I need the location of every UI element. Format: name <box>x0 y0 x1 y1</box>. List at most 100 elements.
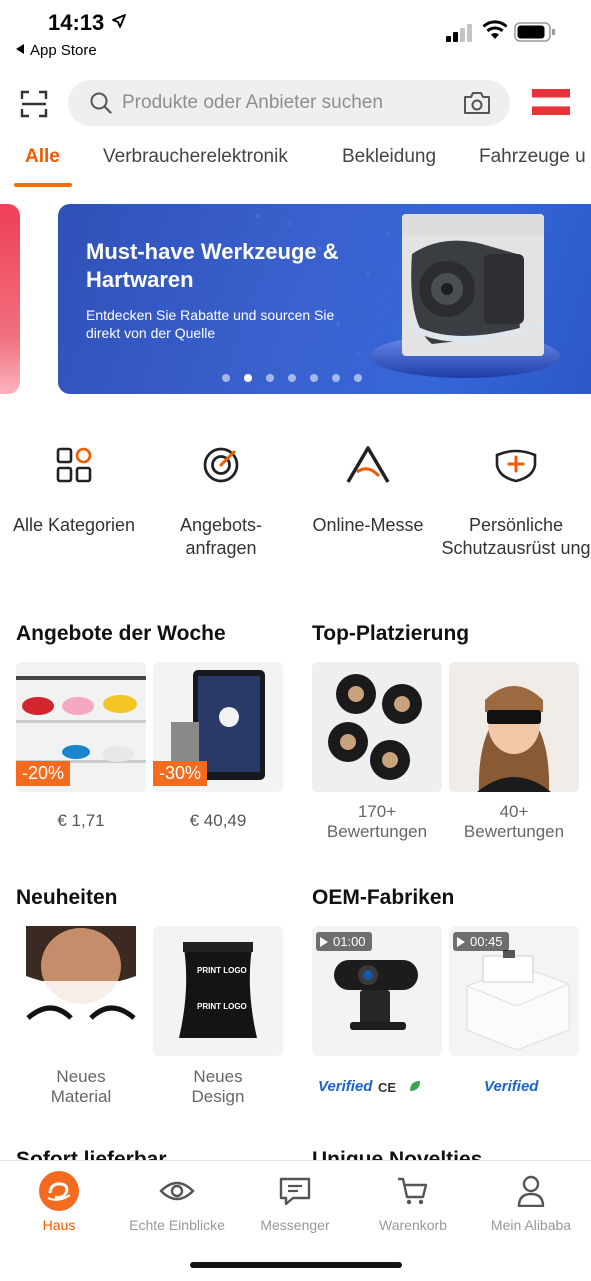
tab-verbraucherelektronik[interactable]: Verbraucherelektronik <box>103 146 288 168</box>
quicklink-label: Alle Kategorien <box>12 515 136 535</box>
location-arrow-icon <box>112 14 126 28</box>
play-icon <box>320 937 328 947</box>
new-card-waist-trainer[interactable]: PRINT LOGO PRINT LOGO <box>153 926 283 1056</box>
nav-label: Mein Alibaba <box>490 1217 572 1233</box>
eye-icon <box>159 1181 195 1201</box>
banner-pagination <box>222 369 376 387</box>
deal-price: € 1,71 <box>57 811 105 830</box>
shield-plus-icon <box>495 449 537 483</box>
video-duration: 01:00 <box>333 934 366 949</box>
review-count: 170+ Bewertungen <box>326 802 428 841</box>
search-icon <box>90 92 112 114</box>
camera-icon[interactable] <box>464 91 490 115</box>
waist-trainer-image <box>153 926 283 1056</box>
peristaltic-pump-image <box>402 214 544 356</box>
section-title-new[interactable]: Neuheiten <box>16 886 118 910</box>
nav-label: Echte Einblicke <box>129 1217 225 1233</box>
category-tabs: Alle Verbraucherelektronik Bekleidung Fa… <box>0 140 591 190</box>
cellular-signal-icon <box>446 24 472 42</box>
pagination-dot[interactable] <box>354 374 362 382</box>
wifi-icon <box>482 20 508 39</box>
nav-messenger[interactable]: Messenger <box>236 1173 354 1233</box>
search-bar[interactable]: Produkte oder Anbieter suchen <box>68 80 510 126</box>
chat-icon <box>279 1177 311 1206</box>
review-count: 40+ Bewertungen <box>463 802 565 841</box>
battery-icon <box>514 22 555 42</box>
top-card-sunglasses[interactable] <box>449 662 579 792</box>
pagination-dot[interactable] <box>310 374 318 382</box>
back-app-label: App Store <box>30 42 97 59</box>
nav-label: Messenger <box>260 1217 330 1233</box>
banner-title: Must-have Werkzeuge & Hartwaren <box>86 239 339 292</box>
pagination-dot[interactable] <box>222 374 230 382</box>
new-caption: Neues Material <box>50 1067 112 1106</box>
quicklink-label: Persönliche Schutzausrüst ung <box>441 515 591 558</box>
video-duration-badge: 00:45 <box>453 932 509 951</box>
country-flag-icon[interactable] <box>532 89 570 115</box>
nav-home[interactable]: Haus <box>0 1171 118 1233</box>
quicklink-ppe[interactable]: Persönliche Schutzausrüst ung <box>441 440 591 560</box>
tab-bekleidung[interactable]: Bekleidung <box>342 146 436 168</box>
oem-card-webcam[interactable]: 01:00 <box>312 926 442 1056</box>
section-title-peek[interactable]: Unique Novelties <box>312 1148 482 1160</box>
leaf-cert-icon <box>410 1081 420 1091</box>
discount-badge: -30% <box>153 761 208 786</box>
cart-icon <box>398 1177 428 1205</box>
section-title-top[interactable]: Top-Platzierung <box>312 622 469 646</box>
quicklink-label: Online-Messe <box>312 515 424 535</box>
previous-banner-peek[interactable] <box>0 204 20 394</box>
discount-badge: -20% <box>16 761 71 786</box>
status-time: 14:13 <box>48 10 105 35</box>
quicklink-all-categories[interactable]: Alle Kategorien <box>0 440 148 537</box>
banner-subtitle: Entdecken Sie Rabatte und sourcen Sie di… <box>86 307 335 341</box>
new-caption: Neues Design <box>191 1067 245 1106</box>
lashes-product-image <box>312 662 442 792</box>
target-icon <box>203 447 239 483</box>
home-indicator <box>190 1262 402 1268</box>
a-logo-icon <box>346 446 390 483</box>
video-duration: 00:45 <box>470 934 503 949</box>
pagination-dot[interactable] <box>332 374 340 382</box>
status-bar: 14:13 App Store <box>0 0 591 70</box>
nav-label: Warenkorb <box>379 1217 447 1233</box>
pagination-dot[interactable] <box>288 374 296 382</box>
deal-card-car-radio[interactable]: -30% <box>153 662 283 792</box>
deal-card-caps[interactable]: -20% <box>16 662 146 792</box>
search-placeholder: Produkte oder Anbieter suchen <box>122 92 383 113</box>
print-logo-text: PRINT LOGO <box>197 1002 247 1011</box>
alibaba-logo-icon <box>39 1171 79 1211</box>
user-icon <box>517 1175 545 1207</box>
pagination-dot[interactable] <box>266 374 274 382</box>
section-title-peek[interactable]: Sofort lieferbar <box>16 1148 167 1160</box>
back-to-app-store[interactable]: App Store <box>16 42 97 59</box>
tab-alle[interactable]: Alle <box>25 146 60 168</box>
section-title-deals[interactable]: Angebote der Woche <box>16 622 226 646</box>
nav-cart[interactable]: Warenkorb <box>354 1173 472 1233</box>
scan-icon[interactable] <box>20 90 48 118</box>
quicklink-label: Angebots- anfragen <box>179 515 263 558</box>
pagination-dot[interactable] <box>244 374 252 382</box>
active-tab-indicator <box>14 183 72 187</box>
oem-card-router[interactable]: 00:45 <box>449 926 579 1056</box>
print-logo-text: PRINT LOGO <box>197 966 247 975</box>
quicklink-online-messe[interactable]: Online-Messe <box>294 440 442 537</box>
nav-insights[interactable]: Echte Einblicke <box>118 1173 236 1233</box>
quicklink-rfq[interactable]: Angebots- anfragen <box>147 440 295 560</box>
nav-my-alibaba[interactable]: Mein Alibaba <box>472 1173 590 1233</box>
ce-cert-mark: CE <box>378 1080 397 1095</box>
sunglasses-product-image <box>449 662 579 792</box>
promo-banner[interactable]: Must-have Werkzeuge & Hartwaren Entdecke… <box>58 204 591 394</box>
grid-icon <box>56 447 92 483</box>
new-card-lashes[interactable] <box>16 926 146 1056</box>
top-card-lashes[interactable] <box>312 662 442 792</box>
nav-label: Haus <box>42 1217 76 1233</box>
section-title-oem[interactable]: OEM-Fabriken <box>312 886 454 910</box>
back-triangle-icon <box>16 44 24 54</box>
verified-badge: Verified <box>318 1078 373 1095</box>
lash-model-image <box>16 926 146 1056</box>
play-icon <box>457 937 465 947</box>
deal-price: € 40,49 <box>189 811 247 830</box>
tab-fahrzeuge[interactable]: Fahrzeuge u <box>479 146 586 168</box>
verified-badge: Verified <box>484 1078 539 1095</box>
video-duration-badge: 01:00 <box>316 932 372 951</box>
